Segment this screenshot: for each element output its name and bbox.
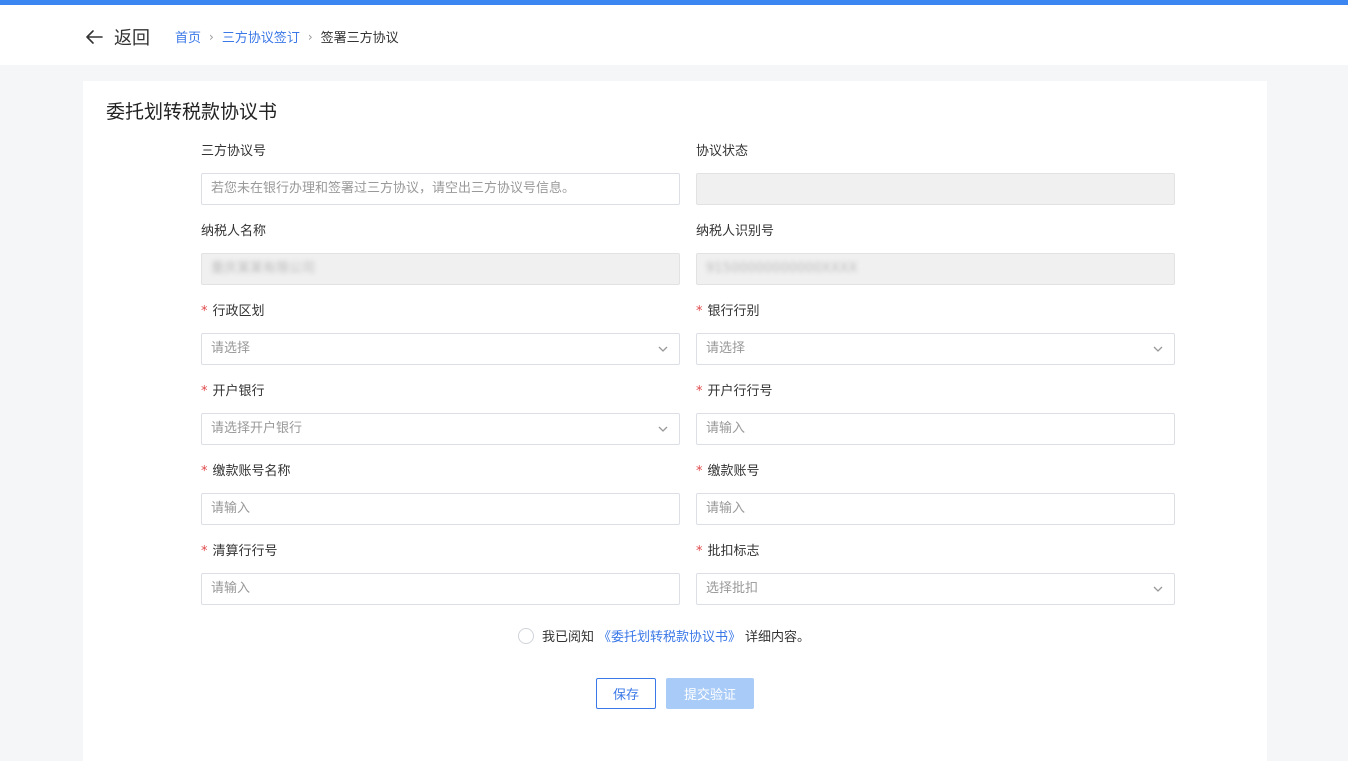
back-button[interactable]: 返回 (84, 24, 150, 50)
admin-region-placeholder: 请选择 (211, 341, 251, 356)
field-label: 批扣标志 (707, 544, 760, 559)
field-bank-type: * 银行行别 请选择 (696, 303, 1175, 365)
batch-flag-select[interactable]: 选择批扣 (696, 573, 1175, 605)
clearing-bank-no-input[interactable]: 请输入 (201, 573, 680, 605)
field-open-bank-no: * 开户行行号 请输入 (696, 383, 1175, 445)
arrow-left-icon (86, 30, 103, 44)
agree-suffix: 详细内容。 (745, 630, 811, 645)
field-label: 清算行行号 (212, 544, 278, 559)
required-mark: * (201, 384, 208, 399)
field-label-wrap: * 开户行行号 (696, 383, 1175, 401)
agreement-no-input[interactable]: 若您未在银行办理和签署过三方协议，请空出三方协议号信息。 (201, 173, 680, 205)
field-label-wrap: * 缴款账号名称 (201, 463, 680, 481)
field-label: 开户行行号 (707, 384, 773, 399)
agree-prefix: 我已阅知 (542, 630, 595, 645)
open-bank-placeholder: 请选择开户银行 (211, 421, 303, 436)
account-no-input[interactable]: 请输入 (696, 493, 1175, 525)
field-label-wrap: * 银行行别 (696, 303, 1175, 321)
chevron-down-icon (658, 426, 668, 432)
open-bank-select[interactable]: 请选择开户银行 (201, 413, 680, 445)
form-card: 委托划转税款协议书 三方协议号 若您未在银行办理和签署过三方协议，请空出三方协议… (83, 81, 1267, 761)
agree-radio[interactable] (518, 627, 534, 644)
field-label-wrap: * 开户银行 (201, 383, 680, 401)
field-label: 纳税人识别号 (696, 224, 775, 239)
breadcrumb-agreement-signing[interactable]: 三方协议签订 (222, 27, 300, 46)
required-mark: * (696, 464, 703, 479)
bank-type-placeholder: 请选择 (706, 341, 746, 356)
agreement-confirm: 我已阅知 《委托划转税款协议书》 详细内容。 (518, 626, 810, 645)
field-label-wrap: * 清算行行号 (201, 543, 680, 561)
breadcrumb-home[interactable]: 首页 (175, 27, 201, 46)
required-mark: * (696, 544, 703, 559)
chevron-down-icon (1153, 346, 1163, 352)
agreement-status-input (696, 173, 1175, 205)
field-label: 缴款账号 (707, 464, 760, 479)
taxpayer-name-value: 重庆某某有限公司 (211, 261, 316, 276)
bank-type-select[interactable]: 请选择 (696, 333, 1175, 365)
field-agreement-status: 协议状态 (696, 143, 1175, 205)
agreement-doc-link[interactable]: 《委托划转税款协议书》 (598, 626, 741, 645)
chevron-right-icon: › (307, 29, 313, 44)
account-name-input[interactable]: 请输入 (201, 493, 680, 525)
field-label: 银行行别 (707, 304, 760, 319)
field-agreement-no: 三方协议号 若您未在银行办理和签署过三方协议，请空出三方协议号信息。 (201, 143, 680, 205)
page-title: 委托划转税款协议书 (106, 101, 278, 123)
required-mark: * (696, 304, 703, 319)
field-account-name: * 缴款账号名称 请输入 (201, 463, 680, 525)
taxpayer-id-input: 91500000000000XXXX (696, 253, 1175, 285)
admin-region-select[interactable]: 请选择 (201, 333, 680, 365)
chevron-right-icon: › (209, 29, 214, 44)
field-label-wrap: * 行政区划 (201, 303, 680, 321)
field-account-no: * 缴款账号 请输入 (696, 463, 1175, 525)
field-taxpayer-name: 纳税人名称 重庆某某有限公司 (201, 223, 680, 285)
taxpayer-id-value: 91500000000000XXXX (706, 261, 858, 276)
field-taxpayer-id: 纳税人识别号 91500000000000XXXX (696, 223, 1175, 285)
required-mark: * (201, 544, 208, 559)
field-label: 缴款账号名称 (212, 464, 291, 479)
field-clearing-bank-no: * 清算行行号 请输入 (201, 543, 680, 605)
breadcrumb-current: 签署三方协议 (320, 31, 399, 46)
page-header: 返回 首页 › 三方协议签订 › 签署三方协议 (0, 5, 1348, 65)
field-label: 三方协议号 (201, 144, 267, 159)
field-admin-region: * 行政区划 请选择 (201, 303, 680, 365)
breadcrumb: 首页 › 三方协议签订 › 签署三方协议 (175, 27, 399, 47)
field-label: 协议状态 (696, 144, 749, 159)
field-label: 纳税人名称 (201, 224, 267, 239)
chevron-down-icon (1153, 586, 1163, 592)
field-open-bank: * 开户银行 请选择开户银行 (201, 383, 680, 445)
required-mark: * (696, 384, 703, 399)
field-label-wrap: * 缴款账号 (696, 463, 1175, 481)
taxpayer-name-input: 重庆某某有限公司 (201, 253, 680, 285)
back-label: 返回 (114, 28, 150, 49)
chevron-down-icon (658, 346, 668, 352)
required-mark: * (201, 304, 208, 319)
field-batch-flag: * 批扣标志 选择批扣 (696, 543, 1175, 605)
save-button[interactable]: 保存 (596, 678, 656, 709)
required-mark: * (201, 464, 208, 479)
open-bank-no-input[interactable]: 请输入 (696, 413, 1175, 445)
field-label: 行政区划 (212, 304, 265, 319)
field-label-wrap: * 批扣标志 (696, 543, 1175, 561)
submit-verify-button[interactable]: 提交验证 (666, 678, 754, 709)
field-label: 开户银行 (212, 384, 265, 399)
batch-flag-placeholder: 选择批扣 (706, 581, 759, 596)
